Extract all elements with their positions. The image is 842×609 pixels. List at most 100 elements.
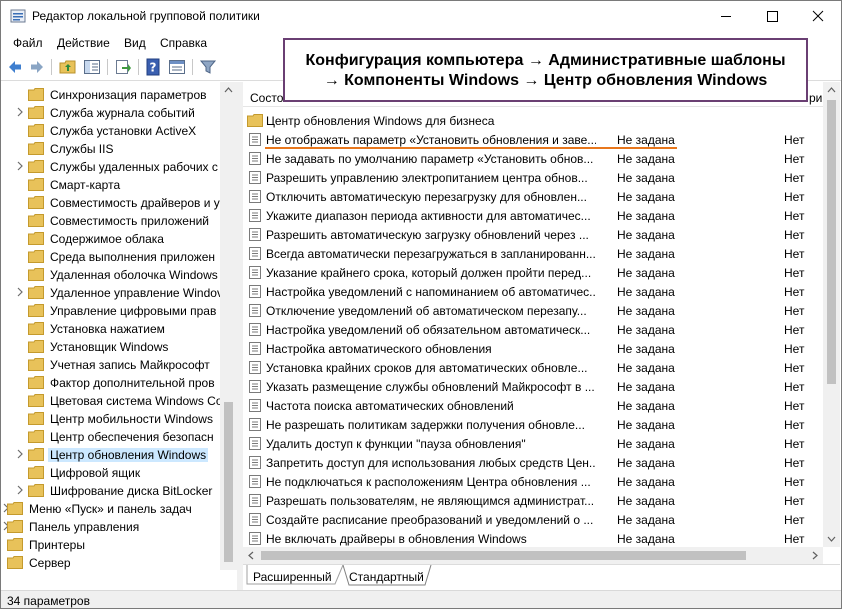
list-folder-row[interactable]: Центр обновления Windows для бизнеса — [243, 111, 823, 130]
column-header-comment[interactable]: ри — [809, 91, 822, 105]
tree-item[interactable]: Цветовая система Windows Co — [15, 392, 223, 410]
policy-row[interactable]: Настройка автоматического обновления Не з… — [243, 339, 823, 358]
policy-row[interactable]: Запретить доступ для использования любых… — [243, 453, 823, 472]
tree-item[interactable]: Службы IIS — [15, 140, 221, 158]
tab-standard[interactable]: Стандартный — [349, 565, 424, 587]
filter-icon[interactable] — [199, 58, 217, 76]
policy-row[interactable]: Удалить доступ к функции "пауза обновлен… — [243, 434, 823, 453]
tree-item[interactable]: Совместимость драйверов и ус — [15, 194, 226, 212]
tree-item-label: Принтеры — [29, 538, 85, 552]
list-horizontal-scrollbar[interactable] — [243, 547, 823, 564]
tree-item[interactable]: Удаленное управление Windov — [15, 284, 223, 302]
policy-row[interactable]: Указание крайнего срока, который должен … — [243, 263, 823, 282]
up-folder-icon[interactable] — [59, 58, 77, 76]
back-arrow-icon[interactable] — [6, 58, 24, 76]
tree-item[interactable]: Среда выполнения приложен — [15, 248, 221, 266]
close-icon — [812, 10, 824, 22]
policy-row[interactable]: Создайте расписание преобразований и уве… — [243, 510, 823, 529]
tree-item[interactable]: Сервер — [1, 554, 221, 570]
policy-row[interactable]: Не разрешать политикам задержки получени… — [243, 415, 823, 434]
close-button[interactable] — [795, 1, 841, 32]
tree-item[interactable]: Синхронизация параметров — [15, 86, 221, 104]
tree-item[interactable]: Учетная запись Майкрософт — [15, 356, 221, 374]
menu-action[interactable]: Действие — [57, 36, 110, 50]
tree-item-label: Цветовая система Windows Co — [50, 394, 223, 408]
policy-row[interactable]: Отключить автоматическую перезагрузку дл… — [243, 187, 823, 206]
highlight-underline — [265, 147, 677, 149]
policy-row[interactable]: Не включать драйверы в обновления Window… — [243, 529, 823, 547]
policy-row[interactable]: Не задавать по умолчанию параметр «Устан… — [243, 149, 823, 168]
tab-extended[interactable]: Расширенный — [253, 565, 332, 587]
show-hide-tree-icon[interactable] — [83, 58, 101, 76]
tree-item[interactable]: Служба установки ActiveX — [15, 122, 221, 140]
policy-state: Не задана — [617, 361, 675, 375]
column-header-state[interactable]: Состо — [250, 91, 283, 105]
policy-comment: Нет — [784, 437, 805, 451]
expand-chevron-icon[interactable] — [15, 449, 25, 459]
list-scrollbar-track — [827, 87, 836, 542]
policy-row[interactable]: Укажите диапазон периода активности для … — [243, 206, 823, 225]
tree-item[interactable]: Центр обеспечения безопасн — [15, 428, 221, 446]
tree-item[interactable]: Удаленная оболочка Windows — [15, 266, 221, 284]
policy-state: Не задана — [617, 304, 675, 318]
tree-item[interactable]: Панель управления — [1, 518, 221, 536]
tree-item[interactable]: Цифровой ящик — [15, 464, 221, 482]
policy-comment: Нет — [784, 190, 805, 204]
policy-row[interactable]: Разрешить управлению электропитанием цен… — [243, 168, 823, 187]
title-bar[interactable]: Редактор локальной групповой политики — [1, 1, 841, 32]
tree-item-label: Фактор дополнительной пров — [50, 376, 215, 390]
menu-file[interactable]: Файл — [13, 36, 43, 50]
list-scrollbar[interactable] — [823, 82, 840, 547]
tree-item[interactable]: Содержимое облака — [15, 230, 221, 248]
tree-item[interactable]: Меню «Пуск» и панель задач — [1, 500, 221, 518]
expand-chevron-icon[interactable] — [15, 485, 25, 495]
folder-icon — [28, 142, 44, 155]
export-list-icon[interactable] — [114, 58, 132, 76]
maximize-button[interactable] — [749, 1, 795, 32]
settings-list[interactable]: Состо ри Центр обновления Windows для би… — [243, 82, 840, 547]
policy-row[interactable]: Не подключаться к расположениям Центра о… — [243, 472, 823, 491]
tree-item[interactable]: Центр мобильности Windows — [15, 410, 221, 428]
policy-comment: Нет — [784, 228, 805, 242]
policy-name: Запретить доступ для использования любых… — [266, 456, 596, 470]
tree-item[interactable]: Установщик Windows — [15, 338, 221, 356]
minimize-button[interactable] — [703, 1, 749, 32]
policy-state: Не задана — [617, 532, 675, 546]
policy-name: Отключить автоматическую перезагрузку дл… — [266, 190, 587, 204]
policy-row[interactable]: Разрешать пользователям, не являющимся а… — [243, 491, 823, 510]
toolbar-separator — [192, 59, 193, 75]
tree-scrollbar[interactable] — [220, 82, 237, 570]
expand-chevron-icon[interactable] — [15, 161, 25, 171]
policy-row[interactable]: Всегда автоматически перезагружаться в з… — [243, 244, 823, 263]
policy-tree[interactable]: Синхронизация параметров Служба журнала с… — [1, 82, 237, 570]
expand-chevron-icon[interactable] — [15, 287, 25, 297]
policy-row[interactable]: Настройка уведомлений об обязательном ав… — [243, 320, 823, 339]
menu-view[interactable]: Вид — [124, 36, 146, 50]
policy-row[interactable]: Разрешить автоматическую загрузку обновл… — [243, 225, 823, 244]
policy-row[interactable]: Настройка уведомлений с напоминанием об … — [243, 282, 823, 301]
tree-item[interactable]: Службы удаленных рабочих с — [15, 158, 221, 176]
tree-item[interactable]: Служба журнала событий — [15, 104, 221, 122]
expand-chevron-icon[interactable] — [15, 107, 25, 117]
forward-arrow-icon[interactable] — [28, 58, 46, 76]
tree-item[interactable]: Шифрование диска BitLocker — [15, 482, 221, 500]
tree-item[interactable]: Принтеры — [1, 536, 221, 554]
tree-item[interactable]: Установка нажатием — [15, 320, 221, 338]
tree-item[interactable]: Совместимость приложений — [15, 212, 221, 230]
policy-row[interactable]: Указать размещение службы обновлений Май… — [243, 377, 823, 396]
gpedit-window: Редактор локальной групповой политики Фа… — [0, 0, 842, 609]
policy-row[interactable]: Установка крайних сроков для автоматичес… — [243, 358, 823, 377]
policy-row[interactable]: Отключение уведомлений об автоматическом… — [243, 301, 823, 320]
tree-item-label: Шифрование диска BitLocker — [50, 484, 213, 498]
help-icon[interactable]: ? — [145, 58, 163, 76]
policy-row[interactable]: Частота поиска автоматических обновлений… — [243, 396, 823, 415]
policy-name: Не задавать по умолчанию параметр «Устан… — [266, 152, 594, 166]
policy-setting-icon — [249, 190, 261, 203]
tree-item[interactable]: Центр обновления Windows — [15, 446, 221, 464]
properties-icon[interactable] — [168, 58, 186, 76]
tree-item[interactable]: Смарт-карта — [15, 176, 221, 194]
tree-item[interactable]: Управление цифровыми прав — [15, 302, 221, 320]
tree-item[interactable]: Фактор дополнительной пров — [15, 374, 221, 392]
policy-comment: Нет — [784, 456, 805, 470]
menu-help[interactable]: Справка — [160, 36, 207, 50]
